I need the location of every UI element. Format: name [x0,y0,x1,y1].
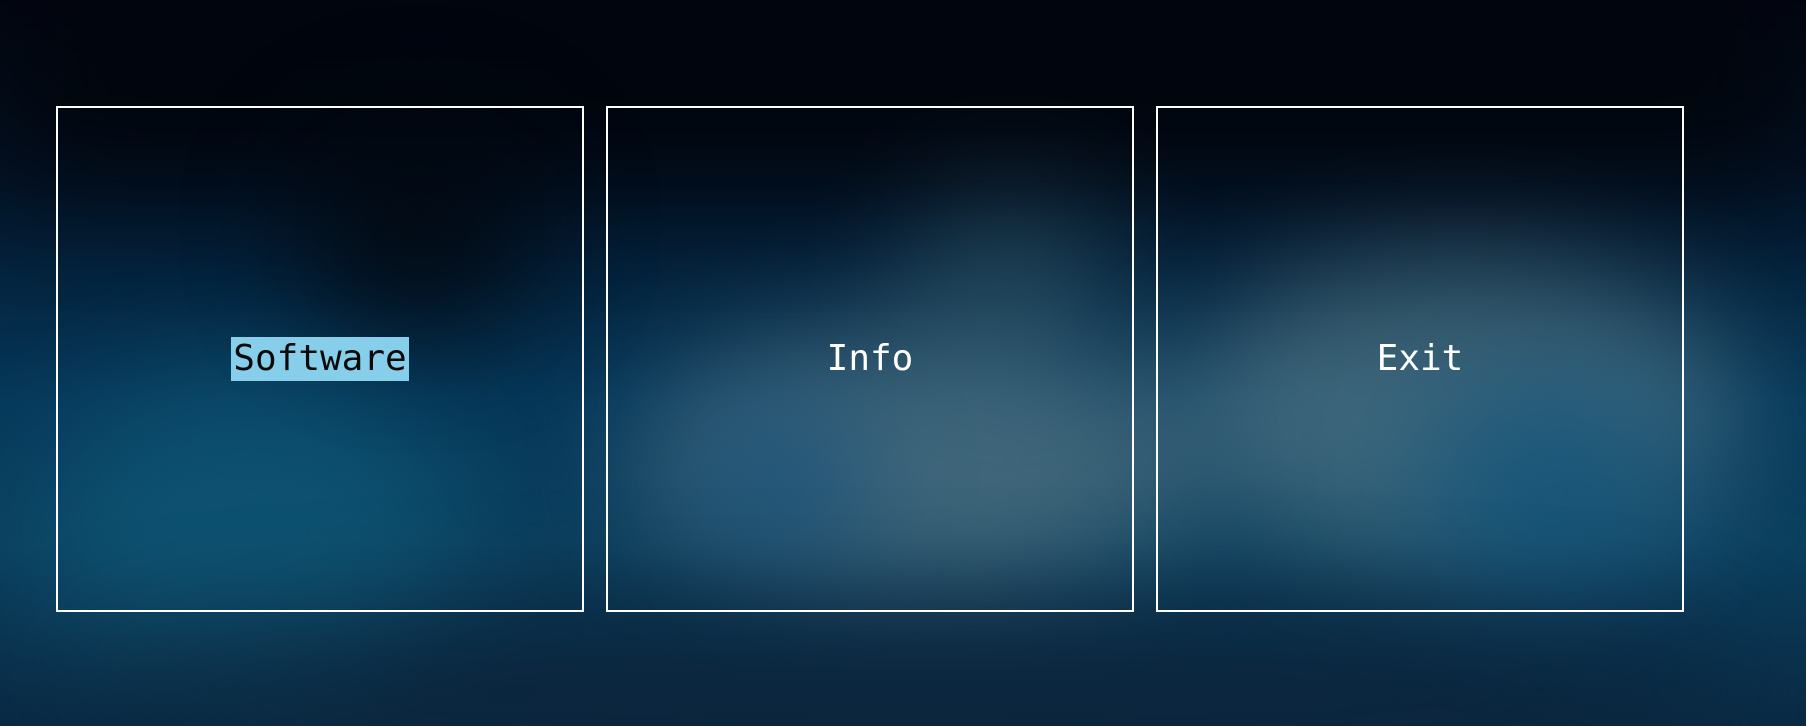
menu-tile-info-label: Info [826,338,914,379]
menu-tile-exit-label: Exit [1376,338,1464,379]
menu-tile-info[interactable]: Info [606,106,1134,612]
background-shade [80,620,1730,726]
menu-tile-software[interactable]: Software [56,106,584,612]
menu-tile-software-label: Software [231,337,409,381]
menu-tile-exit[interactable]: Exit [1156,106,1684,612]
